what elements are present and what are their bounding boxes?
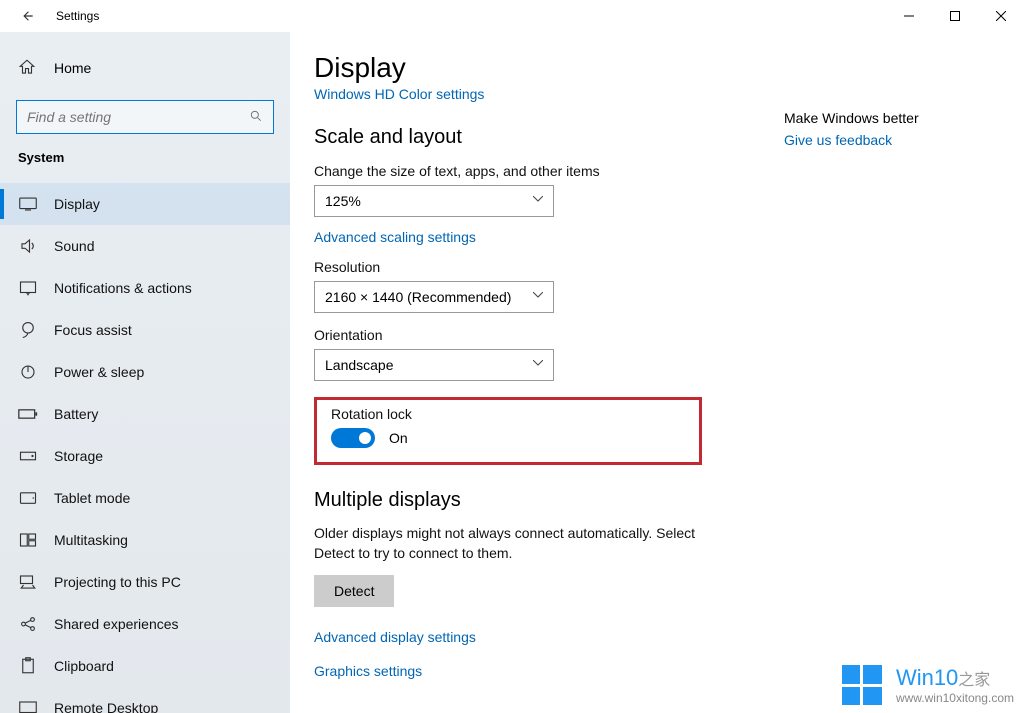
minimize-button[interactable]: [886, 0, 932, 32]
rotation-lock-value: On: [389, 430, 408, 446]
multitasking-icon: [18, 530, 38, 550]
scale-label: Change the size of text, apps, and other…: [314, 163, 1000, 179]
clipboard-icon: [18, 656, 38, 676]
sidebar-item-label: Power & sleep: [54, 364, 144, 380]
feedback-section: Make Windows better Give us feedback: [784, 110, 984, 148]
watermark-brand: Win10: [896, 665, 958, 690]
remote-desktop-icon: [18, 698, 38, 713]
resolution-select[interactable]: 2160 × 1440 (Recommended): [314, 281, 554, 313]
sidebar-item-label: Multitasking: [54, 532, 128, 548]
shared-icon: [18, 614, 38, 634]
sidebar-item-focus-assist[interactable]: Focus assist: [0, 309, 290, 351]
watermark: Win10之家 www.win10xitong.com: [842, 665, 1014, 705]
sidebar-item-label: Sound: [54, 238, 94, 254]
sidebar-item-remote-desktop[interactable]: Remote Desktop: [0, 687, 290, 713]
feedback-title: Make Windows better: [784, 110, 984, 126]
advanced-scaling-link[interactable]: Advanced scaling settings: [314, 229, 476, 245]
advanced-display-settings-link[interactable]: Advanced display settings: [314, 629, 476, 645]
multiple-displays-helper: Older displays might not always connect …: [314, 524, 704, 563]
home-icon: [18, 58, 36, 79]
maximize-button[interactable]: [932, 0, 978, 32]
chevron-down-icon: [533, 196, 543, 206]
resolution-label: Resolution: [314, 259, 1000, 275]
chevron-down-icon: [533, 360, 543, 370]
scale-value: 125%: [325, 193, 361, 209]
titlebar: Settings: [0, 0, 1024, 32]
display-icon: [18, 194, 38, 214]
sidebar-section-label: System: [0, 150, 290, 165]
rotation-lock-highlight: Rotation lock On: [314, 397, 702, 465]
storage-icon: [18, 446, 38, 466]
give-feedback-link[interactable]: Give us feedback: [784, 132, 892, 148]
main-content: Display Windows HD Color settings Scale …: [290, 32, 1024, 713]
tablet-icon: [18, 488, 38, 508]
orientation-value: Landscape: [325, 357, 394, 373]
watermark-suffix: 之家: [958, 672, 990, 689]
search-icon: [249, 109, 263, 126]
sidebar-item-label: Display: [54, 196, 100, 212]
sidebar-item-notifications[interactable]: Notifications & actions: [0, 267, 290, 309]
watermark-text: Win10之家 www.win10xitong.com: [896, 665, 1014, 705]
rotation-lock-label: Rotation lock: [331, 406, 689, 422]
orientation-select[interactable]: Landscape: [314, 349, 554, 381]
sidebar-item-shared-experiences[interactable]: Shared experiences: [0, 603, 290, 645]
main-container: Home System Display Sound Notifications …: [0, 32, 1024, 713]
back-arrow-icon: [21, 9, 35, 23]
sidebar-item-sound[interactable]: Sound: [0, 225, 290, 267]
battery-icon: [18, 404, 38, 424]
chevron-down-icon: [533, 292, 543, 302]
sidebar-item-tablet-mode[interactable]: Tablet mode: [0, 477, 290, 519]
nav-list: Display Sound Notifications & actions Fo…: [0, 183, 290, 713]
close-button[interactable]: [978, 0, 1024, 32]
scale-select[interactable]: 125%: [314, 185, 554, 217]
home-label: Home: [54, 60, 91, 76]
rotation-lock-toggle[interactable]: [331, 428, 375, 448]
sidebar-item-label: Projecting to this PC: [54, 574, 181, 590]
sidebar-item-clipboard[interactable]: Clipboard: [0, 645, 290, 687]
sidebar-item-projecting[interactable]: Projecting to this PC: [0, 561, 290, 603]
focus-assist-icon: [18, 320, 38, 340]
sidebar: Home System Display Sound Notifications …: [0, 32, 290, 713]
rotation-lock-row: On: [331, 428, 689, 448]
graphics-settings-link[interactable]: Graphics settings: [314, 663, 422, 679]
sidebar-item-power-sleep[interactable]: Power & sleep: [0, 351, 290, 393]
maximize-icon: [950, 11, 960, 21]
sidebar-item-label: Focus assist: [54, 322, 132, 338]
back-button[interactable]: [8, 0, 48, 32]
sidebar-item-label: Notifications & actions: [54, 280, 192, 296]
sound-icon: [18, 236, 38, 256]
sidebar-item-multitasking[interactable]: Multitasking: [0, 519, 290, 561]
orientation-label: Orientation: [314, 327, 1000, 343]
sidebar-item-display[interactable]: Display: [0, 183, 290, 225]
sidebar-item-label: Storage: [54, 448, 103, 464]
close-icon: [996, 11, 1006, 21]
projecting-icon: [18, 572, 38, 592]
toggle-knob: [359, 432, 371, 444]
resolution-value: 2160 × 1440 (Recommended): [325, 289, 511, 305]
windows-logo-icon: [842, 665, 882, 705]
search-input[interactable]: [27, 109, 249, 125]
page-title: Display: [314, 52, 1000, 84]
search-box[interactable]: [16, 100, 274, 134]
window-controls: [886, 0, 1024, 32]
sidebar-item-label: Battery: [54, 406, 98, 422]
minimize-icon: [904, 11, 914, 21]
power-icon: [18, 362, 38, 382]
detect-button[interactable]: Detect: [314, 575, 394, 607]
sidebar-item-storage[interactable]: Storage: [0, 435, 290, 477]
window-title: Settings: [56, 9, 99, 23]
sidebar-item-label: Remote Desktop: [54, 700, 158, 713]
sidebar-item-label: Tablet mode: [54, 490, 130, 506]
watermark-url: www.win10xitong.com: [896, 691, 1014, 705]
sidebar-item-battery[interactable]: Battery: [0, 393, 290, 435]
home-nav[interactable]: Home: [0, 50, 290, 86]
multiple-displays-heading: Multiple displays: [314, 489, 1000, 512]
hd-color-settings-link[interactable]: Windows HD Color settings: [314, 86, 484, 102]
sidebar-item-label: Clipboard: [54, 658, 114, 674]
notifications-icon: [18, 278, 38, 298]
sidebar-item-label: Shared experiences: [54, 616, 179, 632]
